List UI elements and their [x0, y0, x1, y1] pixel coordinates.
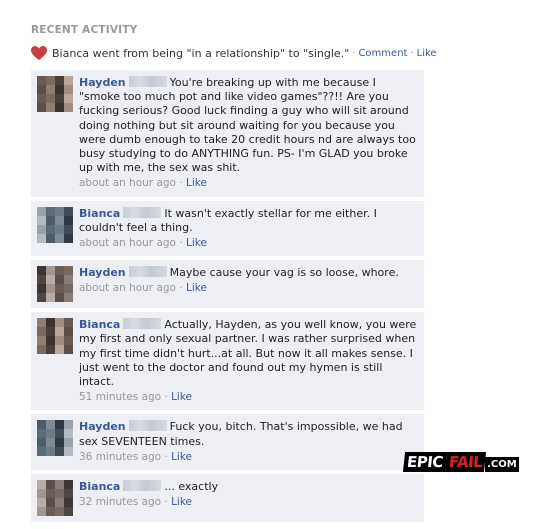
watermark-epic: EPIC	[402, 452, 447, 472]
comment-time: 36 minutes ago	[79, 450, 162, 463]
redacted-surname	[123, 206, 162, 218]
comment: Hayden You're breaking up with me because…	[31, 70, 424, 198]
commenter-name[interactable]: Hayden	[79, 266, 126, 279]
comment-like-link[interactable]: Like	[171, 496, 192, 508]
commenter-name[interactable]: Hayden	[79, 76, 126, 89]
comment-time: about an hour ago	[79, 282, 176, 295]
commenter-name[interactable]: Bianca	[79, 318, 120, 331]
comment-body: Hayden You're breaking up with me because…	[79, 76, 416, 190]
watermark-com: .COM	[485, 457, 519, 472]
comment-list: Hayden You're breaking up with me because…	[31, 70, 424, 526]
comment-body: Bianca It wasn't exactly stellar for me e…	[79, 206, 377, 250]
relationship-status-story: Bianca went from being "in a relationshi…	[31, 46, 437, 61]
comment-like-link[interactable]: Like	[186, 282, 207, 294]
comment: Bianca... exactly 32 minutes ago · Like	[31, 474, 424, 524]
separator-dot: ·	[352, 48, 356, 59]
comment-like-link[interactable]: Like	[171, 451, 192, 463]
status-text: Bianca went from being "in a relationshi…	[52, 47, 350, 60]
comment-time: about an hour ago	[79, 237, 176, 250]
heart-icon	[31, 46, 47, 60]
comment: Hayden Maybe cause your vag is so loose, …	[31, 260, 424, 310]
like-link[interactable]: Like	[417, 48, 437, 59]
comment-time: about an hour ago	[79, 177, 176, 190]
comment: Bianca Actually, Hayden, as you well know…	[31, 312, 424, 412]
comment-body: Bianca... exactly 32 minutes ago · Like	[79, 480, 219, 509]
comment-time: 32 minutes ago	[79, 496, 162, 509]
avatar[interactable]	[37, 76, 73, 112]
epicfail-watermark: EPIC FAIL .COM	[402, 452, 519, 472]
separator-dot: ·	[410, 48, 414, 59]
redacted-surname	[128, 420, 167, 432]
comment-link[interactable]: Comment	[358, 48, 407, 59]
comment-like-link[interactable]: Like	[186, 177, 207, 189]
comment-text: Fuck you, bitch. That's impossible, we h…	[79, 420, 403, 448]
redacted-surname	[128, 76, 167, 87]
commenter-name[interactable]: Bianca	[79, 480, 120, 493]
comment-text: ... exactly	[164, 480, 219, 494]
comment-like-link[interactable]: Like	[171, 391, 192, 403]
comment-like-link[interactable]: Like	[186, 237, 207, 249]
comment: Bianca It wasn't exactly stellar for me e…	[31, 200, 424, 258]
comment-time: 51 minutes ago	[79, 391, 162, 404]
avatar[interactable]	[37, 266, 73, 303]
comment-text: You're breaking up with me because I "sm…	[79, 76, 416, 175]
watermark-fail: FAIL	[444, 452, 487, 472]
comment: Hayden Fuck you, bitch. That's impossible…	[31, 414, 424, 472]
redacted-surname	[123, 318, 162, 330]
recent-activity-header: RECENT ACTIVITY	[31, 24, 138, 36]
comment-body: Hayden Maybe cause your vag is so loose, …	[79, 266, 399, 295]
avatar[interactable]	[37, 420, 73, 457]
commenter-name[interactable]: Bianca	[79, 207, 120, 220]
avatar[interactable]	[37, 318, 73, 355]
avatar[interactable]	[37, 206, 73, 243]
commenter-name[interactable]: Hayden	[79, 420, 126, 433]
comment-body: Hayden Fuck you, bitch. That's impossible…	[79, 420, 403, 463]
comment-body: Bianca Actually, Hayden, as you well know…	[79, 318, 417, 404]
redacted-surname	[128, 266, 167, 278]
comment-text: Maybe cause your vag is so loose, whore.	[169, 266, 399, 280]
avatar[interactable]	[37, 480, 73, 517]
redacted-surname	[123, 480, 162, 492]
